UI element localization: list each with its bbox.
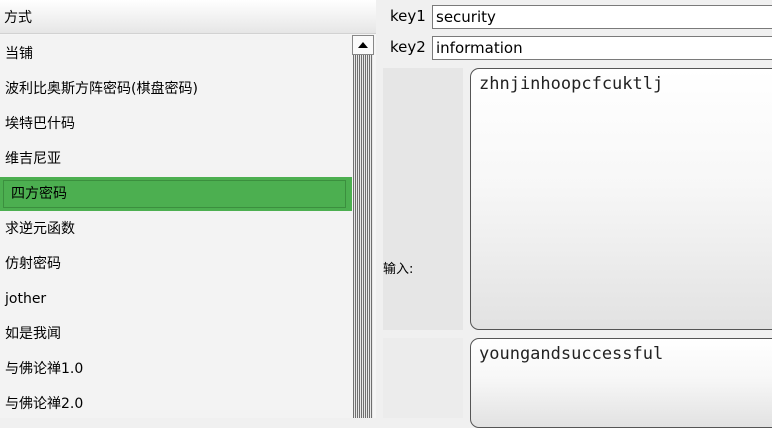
method-panel: 方式 当铺 波利比奥斯方阵密码(棋盘密码) 埃特巴什码 维吉尼亚 四方密码 求逆…: [0, 0, 376, 418]
list-item-rushiwowen[interactable]: 如是我闻: [0, 317, 352, 351]
key2-input[interactable]: [432, 36, 772, 60]
method-list-header[interactable]: 方式: [0, 0, 376, 34]
list-item-yufoluncan-1[interactable]: 与佛论禅1.0: [0, 352, 352, 386]
list-item-four-square[interactable]: 四方密码: [0, 177, 352, 211]
key1-label: key1: [390, 7, 426, 25]
list-item-vigenere[interactable]: 维吉尼亚: [0, 142, 352, 176]
input-label: 输入:: [383, 262, 414, 277]
triangle-up-icon: [358, 42, 368, 48]
method-list: 当铺 波利比奥斯方阵密码(棋盘密码) 埃特巴什码 维吉尼亚 四方密码 求逆元函数…: [0, 35, 352, 418]
scroll-up-button[interactable]: [352, 35, 374, 55]
list-item-affine[interactable]: 仿射密码: [0, 247, 352, 281]
list-item-yufoluncan-2[interactable]: 与佛论禅2.0: [0, 387, 352, 418]
output-label-cell: [383, 338, 463, 418]
list-item-label: 四方密码: [3, 180, 346, 208]
key1-input[interactable]: [432, 5, 772, 29]
list-item-mod-inverse[interactable]: 求逆元函数: [0, 212, 352, 246]
list-item-atbash[interactable]: 埃特巴什码: [0, 107, 352, 141]
cipher-panel: key1 key2 输入: zhnjinhoopcfcuktlj youngan…: [376, 0, 772, 428]
list-item-dangpu[interactable]: 当铺: [0, 37, 352, 71]
list-item-polybius[interactable]: 波利比奥斯方阵密码(棋盘密码): [0, 72, 352, 106]
list-item-jother[interactable]: jother: [0, 282, 352, 316]
input-textarea[interactable]: zhnjinhoopcfcuktlj: [470, 68, 772, 330]
output-textarea[interactable]: youngandsuccessful: [470, 338, 772, 428]
key2-label: key2: [390, 38, 426, 56]
input-label-cell: 输入:: [383, 68, 463, 330]
scroll-track[interactable]: [353, 55, 373, 418]
list-scrollbar[interactable]: [352, 35, 376, 418]
